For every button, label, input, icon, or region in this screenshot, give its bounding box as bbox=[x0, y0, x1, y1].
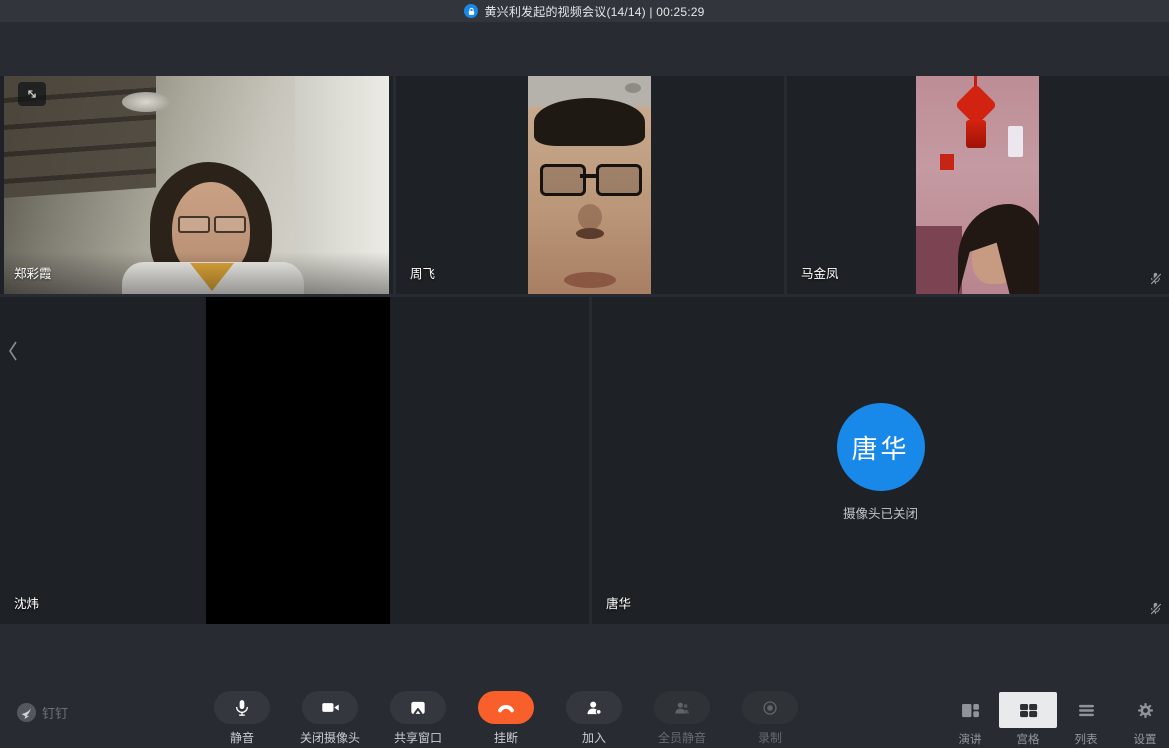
speaker-view-button[interactable] bbox=[941, 692, 999, 728]
brand-label: 钉钉 bbox=[42, 703, 68, 722]
toolbar-item-invite: 加入 bbox=[566, 691, 622, 746]
lock-icon bbox=[464, 4, 478, 18]
grid-view-icon bbox=[1019, 703, 1038, 718]
smoke-detector-art bbox=[625, 83, 641, 93]
toolbar-item-share: 共享窗口 bbox=[390, 691, 446, 746]
nose-art bbox=[578, 204, 602, 230]
view-item-list: 列表 bbox=[1057, 692, 1115, 747]
add-person-label: 加入 bbox=[544, 729, 644, 746]
prev-page-button[interactable] bbox=[0, 328, 26, 374]
toolbar-item-mute-all: 全员静音 bbox=[654, 691, 710, 746]
settings-item: 设置 bbox=[1117, 692, 1169, 747]
add-person-button[interactable] bbox=[566, 691, 622, 724]
participant-name: 唐华 bbox=[606, 593, 631, 612]
video-tile-1[interactable]: 郑彩霞 bbox=[0, 76, 393, 294]
toolbar-item-camera: 关闭摄像头 bbox=[302, 691, 358, 746]
nostril-art bbox=[576, 228, 604, 239]
share-window-label: 共享窗口 bbox=[368, 729, 468, 746]
grid-view-label: 宫格 bbox=[999, 731, 1057, 747]
list-view-label: 列表 bbox=[1057, 731, 1115, 747]
person-hair-art bbox=[534, 98, 645, 146]
speaker-view-label: 演讲 bbox=[941, 731, 999, 747]
glasses-art bbox=[540, 164, 586, 196]
titlebar: 黄兴利发起的视频会议(14/14) | 00:25:29 bbox=[0, 0, 1169, 22]
glasses-art bbox=[214, 216, 246, 233]
camera-off-label: 关闭摄像头 bbox=[280, 729, 380, 746]
toolbar-item-record: 录制 bbox=[742, 691, 798, 746]
glasses-art bbox=[178, 216, 210, 233]
meeting-title: 黄兴利发起的视频会议(14/14) | 00:25:29 bbox=[484, 3, 704, 20]
hangup-button[interactable] bbox=[478, 691, 534, 724]
view-item-speaker: 演讲 bbox=[941, 692, 999, 747]
expand-tile-button[interactable] bbox=[18, 82, 46, 106]
participant-name: 周飞 bbox=[410, 263, 435, 282]
video-feed bbox=[528, 76, 651, 294]
camera-icon bbox=[320, 697, 341, 718]
hangup-label: 挂断 bbox=[456, 729, 556, 746]
video-tile-3[interactable]: 马金凤 bbox=[787, 76, 1169, 294]
view-item-grid: 宫格 bbox=[999, 692, 1057, 747]
muted-mic-icon bbox=[1148, 601, 1163, 616]
dingtalk-brand: 钉钉 bbox=[16, 702, 68, 723]
list-view-icon bbox=[1077, 703, 1096, 718]
mute-all-button[interactable] bbox=[654, 691, 710, 724]
mouth-art bbox=[564, 272, 616, 288]
video-feed bbox=[916, 76, 1039, 294]
share-window-button[interactable] bbox=[390, 691, 446, 724]
settings-button[interactable] bbox=[1117, 692, 1169, 728]
mute-label: 静音 bbox=[192, 729, 292, 746]
video-feed bbox=[4, 76, 389, 294]
record-label: 录制 bbox=[720, 729, 820, 746]
muted-mic-icon bbox=[1148, 271, 1163, 286]
bottom-fade bbox=[4, 252, 389, 294]
settings-label: 设置 bbox=[1117, 731, 1169, 747]
camera-off-label: 摄像头已关闭 bbox=[843, 503, 918, 522]
toolbar-item-mute: 静音 bbox=[214, 691, 270, 746]
list-view-button[interactable] bbox=[1057, 692, 1115, 728]
participant-name: 郑彩霞 bbox=[14, 263, 52, 282]
video-tile-5[interactable]: 唐华 摄像头已关闭 唐华 bbox=[592, 297, 1169, 624]
gear-icon bbox=[1136, 701, 1155, 720]
microphone-icon bbox=[232, 698, 252, 718]
cabinet-art bbox=[916, 226, 962, 294]
add-person-icon bbox=[584, 698, 604, 718]
share-window-icon bbox=[408, 698, 428, 718]
record-button[interactable] bbox=[742, 691, 798, 724]
record-icon bbox=[760, 698, 780, 718]
toolbar-item-hangup: 挂断 bbox=[478, 691, 534, 746]
glasses-bridge-art bbox=[580, 174, 598, 178]
participant-name: 马金凤 bbox=[801, 263, 839, 282]
camera-off-button[interactable] bbox=[302, 691, 358, 724]
dingtalk-logo-icon bbox=[16, 702, 37, 723]
red-sign-art bbox=[940, 154, 954, 170]
mute-all-icon bbox=[672, 698, 692, 718]
mute-button[interactable] bbox=[214, 691, 270, 724]
glasses-art bbox=[596, 164, 642, 196]
video-tile-2[interactable]: 周飞 bbox=[396, 76, 784, 294]
avatar: 唐华 bbox=[837, 403, 925, 491]
participant-name: 沈炜 bbox=[14, 593, 39, 612]
video-tile-4[interactable]: 沈炜 bbox=[0, 297, 589, 624]
hangup-icon bbox=[495, 697, 517, 719]
ceiling-lamp-art bbox=[122, 92, 170, 112]
mute-all-label: 全员静音 bbox=[632, 729, 732, 746]
speaker-view-icon bbox=[961, 703, 980, 718]
white-box-art bbox=[1008, 126, 1023, 157]
video-feed-black bbox=[206, 297, 390, 624]
grid-view-button[interactable] bbox=[999, 692, 1057, 728]
tassel-art bbox=[966, 120, 986, 148]
